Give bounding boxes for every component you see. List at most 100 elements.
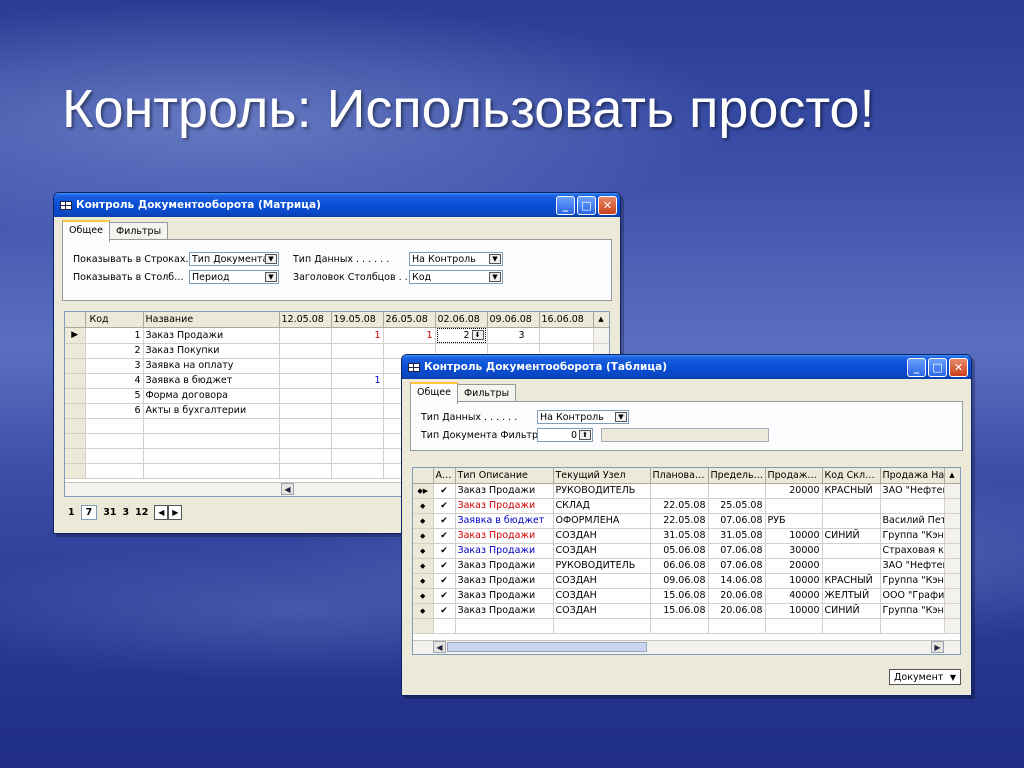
column-header[interactable]: Предель… [708, 468, 766, 484]
vscroll-track[interactable] [944, 528, 960, 544]
table-row[interactable]: ◆ ✔ Заказ Продажи СОЗДАН 09.06.08 14.06.08 100… [413, 573, 960, 589]
table-row[interactable]: ◆ ✔ Заказ Продажи СОЗДАН 15.06.08 20.06.08 400… [413, 588, 960, 604]
row-limit-date[interactable]: 07.06.08 [708, 558, 766, 574]
row-type[interactable]: Заказ Продажи [455, 543, 554, 559]
row-limit-date[interactable]: 31.05.08 [708, 528, 766, 544]
cell[interactable] [455, 618, 554, 634]
row-plan-date[interactable]: 06.06.08 [650, 558, 709, 574]
tab-general[interactable]: Общее [62, 220, 110, 242]
row-type[interactable]: Заказ Продажи [455, 498, 554, 514]
lookup-icon[interactable]: ⬆ [579, 430, 591, 440]
cell[interactable]: 1 [331, 373, 384, 389]
row-code[interactable]: 4 [85, 373, 144, 389]
row-code[interactable]: 1 [85, 327, 144, 344]
cell[interactable] [708, 618, 766, 634]
row-plan-date[interactable]: 22.05.08 [650, 498, 709, 514]
row-plan-date[interactable]: 15.06.08 [650, 603, 709, 619]
row-code[interactable]: 6 [85, 403, 144, 419]
column-header[interactable]: Продажа Наз [880, 468, 945, 484]
table-row[interactable] [413, 618, 960, 634]
drilldown-icon[interactable]: ⬇ [471, 330, 484, 340]
row-plan-date[interactable]: 05.06.08 [650, 543, 709, 559]
pager-value[interactable]: 31 [103, 507, 116, 518]
row-limit-date[interactable]: 07.06.08 [708, 513, 766, 529]
cell[interactable] [85, 463, 144, 479]
vscroll-track[interactable] [944, 618, 960, 634]
row-plan-date[interactable]: 22.05.08 [650, 513, 709, 529]
cell[interactable] [331, 403, 384, 419]
cell-active[interactable]: 2 ⬇ [435, 327, 488, 344]
table-row[interactable]: ◆ ✔ Заказ Продажи СОЗДАН 31.05.08 31.05.08 100… [413, 528, 960, 544]
row-warehouse-code[interactable] [822, 498, 881, 514]
row-plan-date[interactable]: 31.05.08 [650, 528, 709, 544]
row-plan-date[interactable] [650, 483, 709, 499]
column-header[interactable]: Код [85, 312, 144, 328]
row-name[interactable]: Заказ Покупки [143, 343, 280, 359]
row-warehouse-code[interactable]: КРАСНЫЙ [822, 483, 881, 499]
row-limit-date[interactable] [708, 483, 766, 499]
row-node[interactable]: СКЛАД [553, 498, 651, 514]
cell[interactable] [279, 463, 332, 479]
row-name[interactable]: Форма договора [143, 388, 280, 404]
row-code[interactable]: 3 [85, 358, 144, 374]
table-hscrollbar[interactable]: ◀ ▶ [413, 640, 960, 654]
cell[interactable] [331, 448, 384, 464]
row-sale[interactable]: 10000 [765, 528, 823, 544]
scroll-thumb[interactable] [447, 642, 647, 652]
cell[interactable] [279, 358, 332, 374]
cell[interactable] [822, 618, 881, 634]
table-row[interactable]: ◆ ✔ Заказ Продажи СОЗДАН 05.06.08 07.06.08 300… [413, 543, 960, 559]
row-limit-date[interactable]: 07.06.08 [708, 543, 766, 559]
cell[interactable] [331, 418, 384, 434]
row-sale-name[interactable]: ЗАО "Нефтег [880, 558, 945, 574]
column-header[interactable]: Продаж… [765, 468, 823, 484]
column-header[interactable]: А… [433, 468, 456, 484]
row-node[interactable]: РУКОВОДИТЕЛЬ [553, 483, 651, 499]
cell[interactable] [539, 327, 594, 344]
row-warehouse-code[interactable] [822, 513, 881, 529]
cell[interactable] [650, 618, 709, 634]
cell[interactable] [143, 448, 280, 464]
row-plan-date[interactable]: 15.06.08 [650, 588, 709, 604]
chevron-down-icon[interactable]: ▼ [489, 272, 501, 282]
scroll-right-button[interactable]: ▶ [931, 641, 944, 653]
row-type[interactable]: Заказ Продажи [455, 558, 554, 574]
row-warehouse-code[interactable] [822, 558, 881, 574]
row-node[interactable]: СОЗДАН [553, 528, 651, 544]
cell[interactable] [433, 618, 456, 634]
row-type[interactable]: Заказ Продажи [455, 603, 554, 619]
row-warehouse-code[interactable]: СИНИЙ [822, 603, 881, 619]
cell[interactable] [553, 618, 651, 634]
row-code[interactable]: 2 [85, 343, 144, 359]
column-header[interactable]: 19.05.08 [331, 312, 384, 328]
matrix-window-titlebar[interactable]: Контроль Документооборота (Матрица) _ □ … [54, 193, 620, 217]
cell[interactable] [331, 343, 384, 359]
vscroll-track[interactable] [944, 603, 960, 619]
table-row[interactable]: ◆ ✔ Заказ Продажи СКЛАД 22.05.08 25.05.08 [413, 498, 960, 514]
cell[interactable] [85, 433, 144, 449]
row-sale-name[interactable]: Василий Петр [880, 513, 945, 529]
cell[interactable] [331, 358, 384, 374]
row-limit-date[interactable]: 20.06.08 [708, 588, 766, 604]
vscroll-track[interactable] [944, 498, 960, 514]
datatype-select[interactable]: На Контроль ▼ [537, 410, 629, 424]
chevron-down-icon[interactable]: ▼ [265, 272, 277, 282]
scroll-up-button[interactable]: ▲ [944, 468, 960, 484]
row-node[interactable]: СОЗДАН [553, 603, 651, 619]
pager-value[interactable]: 12 [135, 507, 148, 518]
cell[interactable] [279, 327, 332, 344]
chevron-down-icon[interactable]: ▼ [615, 412, 627, 422]
row-name[interactable]: Акты в бухгалтерии [143, 403, 280, 419]
cell[interactable] [880, 618, 945, 634]
row-code[interactable]: 5 [85, 388, 144, 404]
column-header[interactable]: 02.06.08 [435, 312, 488, 328]
vscroll-track[interactable] [944, 588, 960, 604]
row-warehouse-code[interactable]: КРАСНЫЙ [822, 573, 881, 589]
cell[interactable]: 1 [383, 327, 436, 344]
tab-general[interactable]: Общее [410, 382, 458, 404]
scroll-up-button[interactable]: ▲ [593, 312, 609, 328]
cell[interactable] [143, 418, 280, 434]
column-header[interactable]: 16.06.08 [539, 312, 594, 328]
pager-value[interactable]: 1 [68, 507, 75, 518]
row-sale[interactable]: 20000 [765, 558, 823, 574]
